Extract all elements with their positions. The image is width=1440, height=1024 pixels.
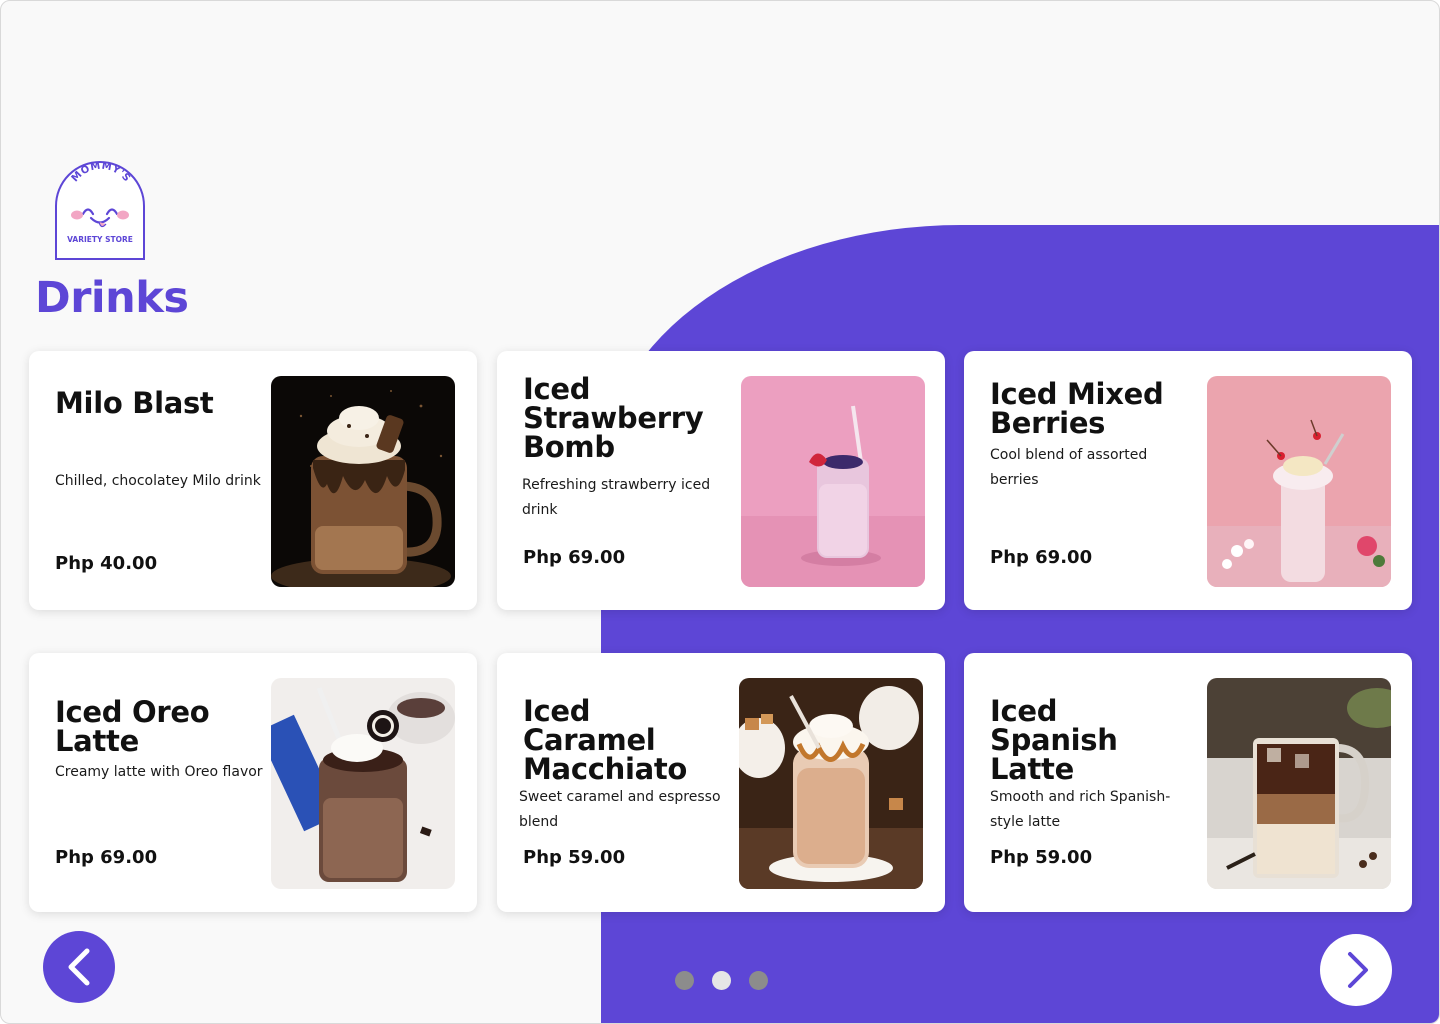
product-price: Php 59.00 — [523, 847, 626, 868]
store-logo: MOMMY'S VARIETY STORE — [55, 161, 145, 260]
product-name: Iced Strawberry Bomb — [523, 372, 704, 464]
product-name: Iced Mixed Berries — [990, 377, 1164, 440]
milo-blast-image — [271, 376, 455, 587]
product-card-iced-strawberry-bomb[interactable]: Iced Strawberry Bomb Refreshing strawber… — [497, 351, 945, 610]
page-title: Drinks — [35, 273, 189, 323]
product-price: Php 59.00 — [990, 847, 1093, 868]
product-price: Php 69.00 — [990, 547, 1093, 568]
product-description: Creamy latte with Oreo flavor — [55, 764, 263, 780]
product-card-milo-blast[interactable]: Milo Blast Chilled, chocolatey Milo drin… — [29, 351, 477, 610]
product-name: Milo Blast — [55, 386, 214, 420]
chevron-left-icon — [68, 948, 90, 986]
logo-bottom-text: VARIETY STORE — [67, 235, 133, 244]
product-card-iced-mixed-berries[interactable]: Iced Mixed Berries Cool blend of assorte… — [964, 351, 1412, 610]
pagination-dots — [675, 971, 768, 990]
menu-screen: MOMMY'S VARIETY STORE Drinks Milo Blast … — [0, 0, 1440, 1024]
page-dot-2-active[interactable] — [712, 971, 731, 990]
product-price: Php 69.00 — [523, 547, 626, 568]
product-card-iced-spanish-latte[interactable]: Iced Spanish Latte Smooth and rich Spani… — [964, 653, 1412, 912]
product-description: Refreshing strawberry iced drink — [522, 477, 711, 518]
previous-page-button[interactable] — [43, 931, 115, 1003]
product-name: Iced Spanish Latte — [990, 694, 1118, 786]
product-price: Php 69.00 — [55, 847, 158, 868]
iced-mixed-berries-image — [1207, 376, 1391, 587]
iced-oreo-latte-image — [271, 678, 455, 889]
product-description: Smooth and rich Spanish-style latte — [990, 789, 1171, 830]
page-dot-1[interactable] — [675, 971, 694, 990]
iced-caramel-macchiato-image — [739, 678, 923, 889]
page-dot-3[interactable] — [749, 971, 768, 990]
product-description: Cool blend of assorted berries — [990, 447, 1148, 488]
product-name: Iced Caramel Macchiato — [523, 694, 688, 786]
chevron-right-icon — [1348, 952, 1368, 988]
next-page-button[interactable] — [1320, 934, 1392, 1006]
iced-spanish-latte-image — [1207, 678, 1391, 889]
product-name: Iced Oreo Latte — [55, 695, 210, 758]
product-price: Php 40.00 — [55, 553, 158, 574]
product-description: Chilled, chocolatey Milo drink — [55, 473, 261, 489]
product-card-iced-caramel-macchiato[interactable]: Iced Caramel Macchiato Sweet caramel and… — [497, 653, 945, 912]
product-card-iced-oreo-latte[interactable]: Iced Oreo Latte Creamy latte with Oreo f… — [29, 653, 477, 912]
product-description: Sweet caramel and espresso blend — [519, 789, 721, 830]
iced-strawberry-bomb-image — [741, 376, 925, 587]
